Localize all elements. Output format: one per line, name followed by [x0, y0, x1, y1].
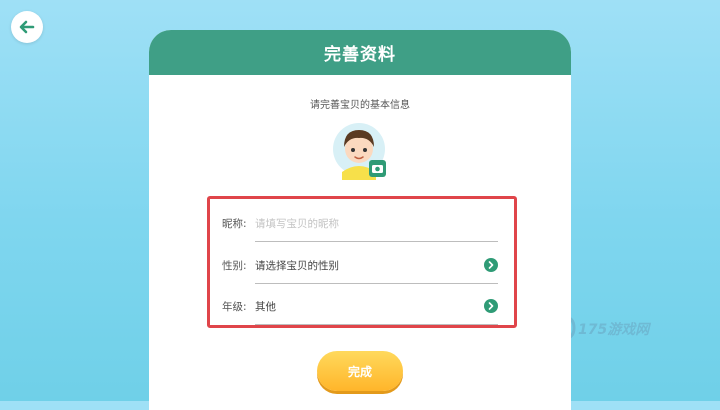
avatar-upload[interactable]	[333, 120, 389, 180]
card-header: 完善资料	[149, 30, 571, 75]
page-title: 完善资料	[324, 45, 396, 65]
chevron-right-icon[interactable]	[484, 258, 498, 272]
grade-row[interactable]: 年级: 其他	[222, 293, 498, 325]
chevron-right-icon[interactable]	[484, 299, 498, 313]
back-arrow-icon	[19, 20, 35, 34]
nickname-row: 昵称: 请填写宝贝的昵称	[222, 210, 498, 242]
grade-select[interactable]: 其他	[255, 299, 484, 314]
gender-row[interactable]: 性别: 请选择宝贝的性别	[222, 252, 498, 284]
camera-icon	[369, 160, 386, 177]
subtitle-text: 请完善宝贝的基本信息	[310, 100, 410, 111]
profile-card: 完善资料 请完善宝贝的基本信息 昵称: 请填写宝贝的昵称 性别: 请选择宝贝的性…	[149, 30, 571, 410]
done-button[interactable]: 完成	[317, 351, 403, 391]
divider	[255, 283, 498, 284]
nickname-input[interactable]: 请填写宝贝的昵称	[255, 216, 498, 231]
divider	[255, 241, 498, 242]
divider	[255, 324, 498, 325]
watermark-text: 175游戏网	[578, 321, 651, 338]
gender-label: 性别:	[222, 259, 247, 272]
back-button[interactable]	[11, 11, 43, 43]
grade-label: 年级:	[222, 300, 247, 313]
profile-form: 昵称: 请填写宝贝的昵称 性别: 请选择宝贝的性别 年级: 其他	[207, 196, 517, 328]
gender-select[interactable]: 请选择宝贝的性别	[255, 258, 484, 273]
nickname-label: 昵称:	[222, 217, 247, 230]
